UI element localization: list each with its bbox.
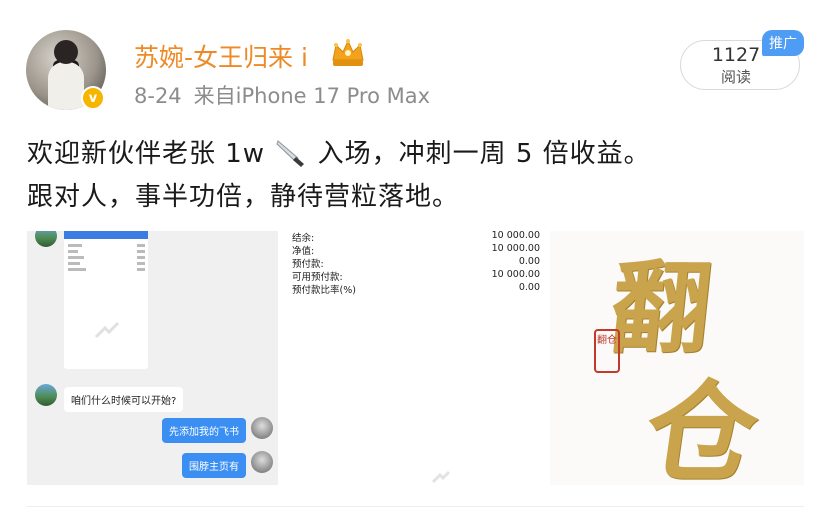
finance-row: 净值: 10 000.00 (292, 243, 543, 257)
chat-message-out: 围脖主页有 (182, 453, 246, 478)
watermark-logo-icon (94, 321, 120, 339)
card-line (68, 250, 78, 253)
card-line (137, 244, 145, 247)
card-line (68, 262, 80, 265)
chat-message-out: 先添加我的飞书 (162, 418, 246, 443)
card-line (137, 262, 145, 265)
card-line (68, 244, 82, 247)
knife-emoji-icon (276, 140, 305, 167)
calligraphy-char: 仓 (637, 368, 766, 485)
post-text-line-2: 跟对人，事半功倍，静待营粒落地。 (27, 182, 460, 212)
chat-message-in: 咱们什么时候可以开始? (64, 387, 184, 412)
finance-row: 预付款比率(%) 0.00 (292, 282, 543, 296)
chat-avatar-self (251, 417, 273, 439)
author-name[interactable]: 苏婉-女王归来 i (134, 38, 308, 74)
finance-row: 结余: 10 000.00 (292, 231, 543, 244)
finance-value: 0.00 (518, 282, 540, 293)
post-image-finance[interactable]: 结余: 10 000.00 净值: 10 000.00 预付款: 0.00 可用… (285, 231, 543, 485)
card-line (137, 268, 145, 271)
card-line (137, 250, 145, 253)
post-text-segment: 欢迎新伙伴老张 1w (27, 139, 266, 169)
post-source: 来自iPhone 17 Pro Max (193, 84, 431, 108)
post-text-line-1: 欢迎新伙伴老张 1w 入场，冲刺一周 5 倍收益。 (27, 133, 651, 170)
watermark-logo-icon (431, 470, 451, 484)
finance-value: 10 000.00 (491, 243, 540, 254)
card-line (137, 256, 145, 259)
chat-card-header (64, 231, 148, 239)
read-label: 阅读 (720, 68, 751, 86)
card-line (68, 256, 84, 259)
verified-v-icon: v (81, 86, 105, 110)
finance-value: 10 000.00 (491, 269, 540, 280)
crown-icon (332, 39, 364, 66)
finance-label: 预付款: (292, 259, 324, 270)
chat-avatar-other (35, 231, 57, 247)
post-image-chat[interactable]: 咱们什么时候可以开始? 先添加我的飞书 围脖主页有 (27, 231, 278, 485)
post-text-segment: 入场，冲刺一周 5 倍收益。 (317, 139, 651, 169)
post-image-calligraphy[interactable]: 翻 仓 翻仓 (550, 231, 804, 485)
finance-value: 0.00 (518, 256, 540, 267)
post-meta: 8-24 来自iPhone 17 Pro Max (134, 80, 430, 110)
finance-row: 可用预付款: 10 000.00 (292, 269, 543, 283)
promo-badge: 推广 (762, 30, 804, 56)
post-date: 8-24 (134, 84, 182, 108)
red-seal-stamp: 翻仓 (594, 329, 620, 373)
finance-value: 10 000.00 (491, 231, 540, 241)
post-divider (27, 506, 804, 507)
finance-label: 净值: (292, 246, 315, 257)
finance-label: 预付款比率(%) (292, 285, 356, 296)
finance-row: 预付款: 0.00 (292, 256, 543, 270)
chat-avatar-other (35, 384, 57, 406)
chat-avatar-self (251, 451, 273, 473)
avatar-dress (48, 62, 84, 110)
finance-label: 可用预付款: (292, 272, 343, 283)
avatar-head (54, 40, 78, 64)
card-line (68, 268, 86, 271)
